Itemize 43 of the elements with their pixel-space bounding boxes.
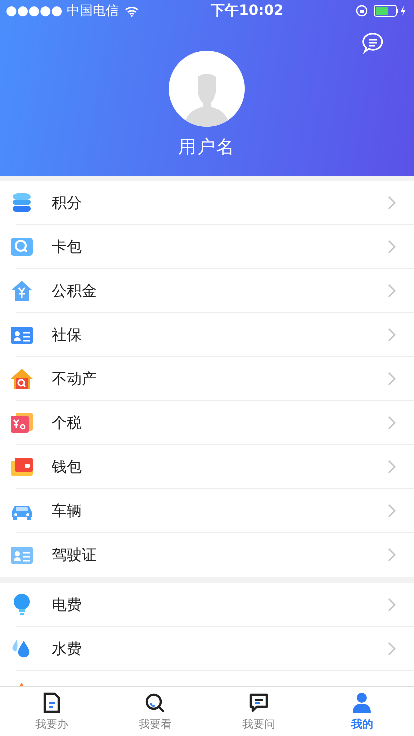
menu-item[interactable]: 车辆 — [0, 489, 414, 533]
tab[interactable]: 我要办 — [0, 687, 104, 736]
menu-item[interactable]: 不动产 — [0, 357, 414, 401]
menu-item[interactable]: 驾驶证 — [0, 533, 414, 577]
chevron-right-icon — [388, 328, 396, 342]
status-time: 下午10:02 — [211, 2, 284, 20]
tax-folder-icon — [10, 411, 34, 435]
message-icon — [248, 692, 270, 714]
chevron-right-icon — [388, 460, 396, 474]
tab[interactable]: 我要问 — [207, 687, 310, 736]
chevron-right-icon — [388, 416, 396, 430]
message-icon[interactable] — [362, 32, 384, 54]
tab[interactable]: 我要看 — [104, 687, 207, 736]
menu-item[interactable]: 卡包 — [0, 225, 414, 269]
menu-item[interactable]: 社保 — [0, 313, 414, 357]
menu-item[interactable]: 电费 — [0, 583, 414, 627]
battery-icon — [374, 5, 408, 17]
menu-item[interactable]: 水费 — [0, 627, 414, 671]
chevron-right-icon — [388, 548, 396, 562]
carrier-name: ●●●●● 中国电信 — [6, 3, 119, 20]
menu-item[interactable]: 积分 — [0, 181, 414, 225]
house-yuan-icon — [10, 279, 34, 303]
chevron-right-icon — [388, 598, 396, 612]
menu-item[interactable]: 个税 — [0, 401, 414, 445]
chevron-right-icon — [388, 372, 396, 386]
coin-stack-icon — [10, 191, 34, 215]
person-icon — [351, 692, 374, 714]
wifi-icon — [124, 6, 139, 16]
chevron-right-icon — [388, 240, 396, 254]
chevron-right-icon — [388, 504, 396, 518]
chevron-right-icon — [388, 642, 396, 656]
chevron-right-icon — [388, 196, 396, 210]
card-search-icon — [10, 235, 34, 259]
tab[interactable]: 我的 — [310, 687, 414, 736]
wallet-icon — [10, 455, 34, 479]
menu-item[interactable]: 公积金 — [0, 269, 414, 313]
person-silhouette-icon — [184, 71, 230, 127]
house-search-icon — [10, 367, 34, 391]
chevron-right-icon — [388, 284, 396, 298]
menu-item[interactable]: 钱包 — [0, 445, 414, 489]
rotation-lock-icon — [356, 5, 368, 17]
search-icon — [144, 692, 166, 714]
username: 用户名 — [178, 136, 236, 159]
